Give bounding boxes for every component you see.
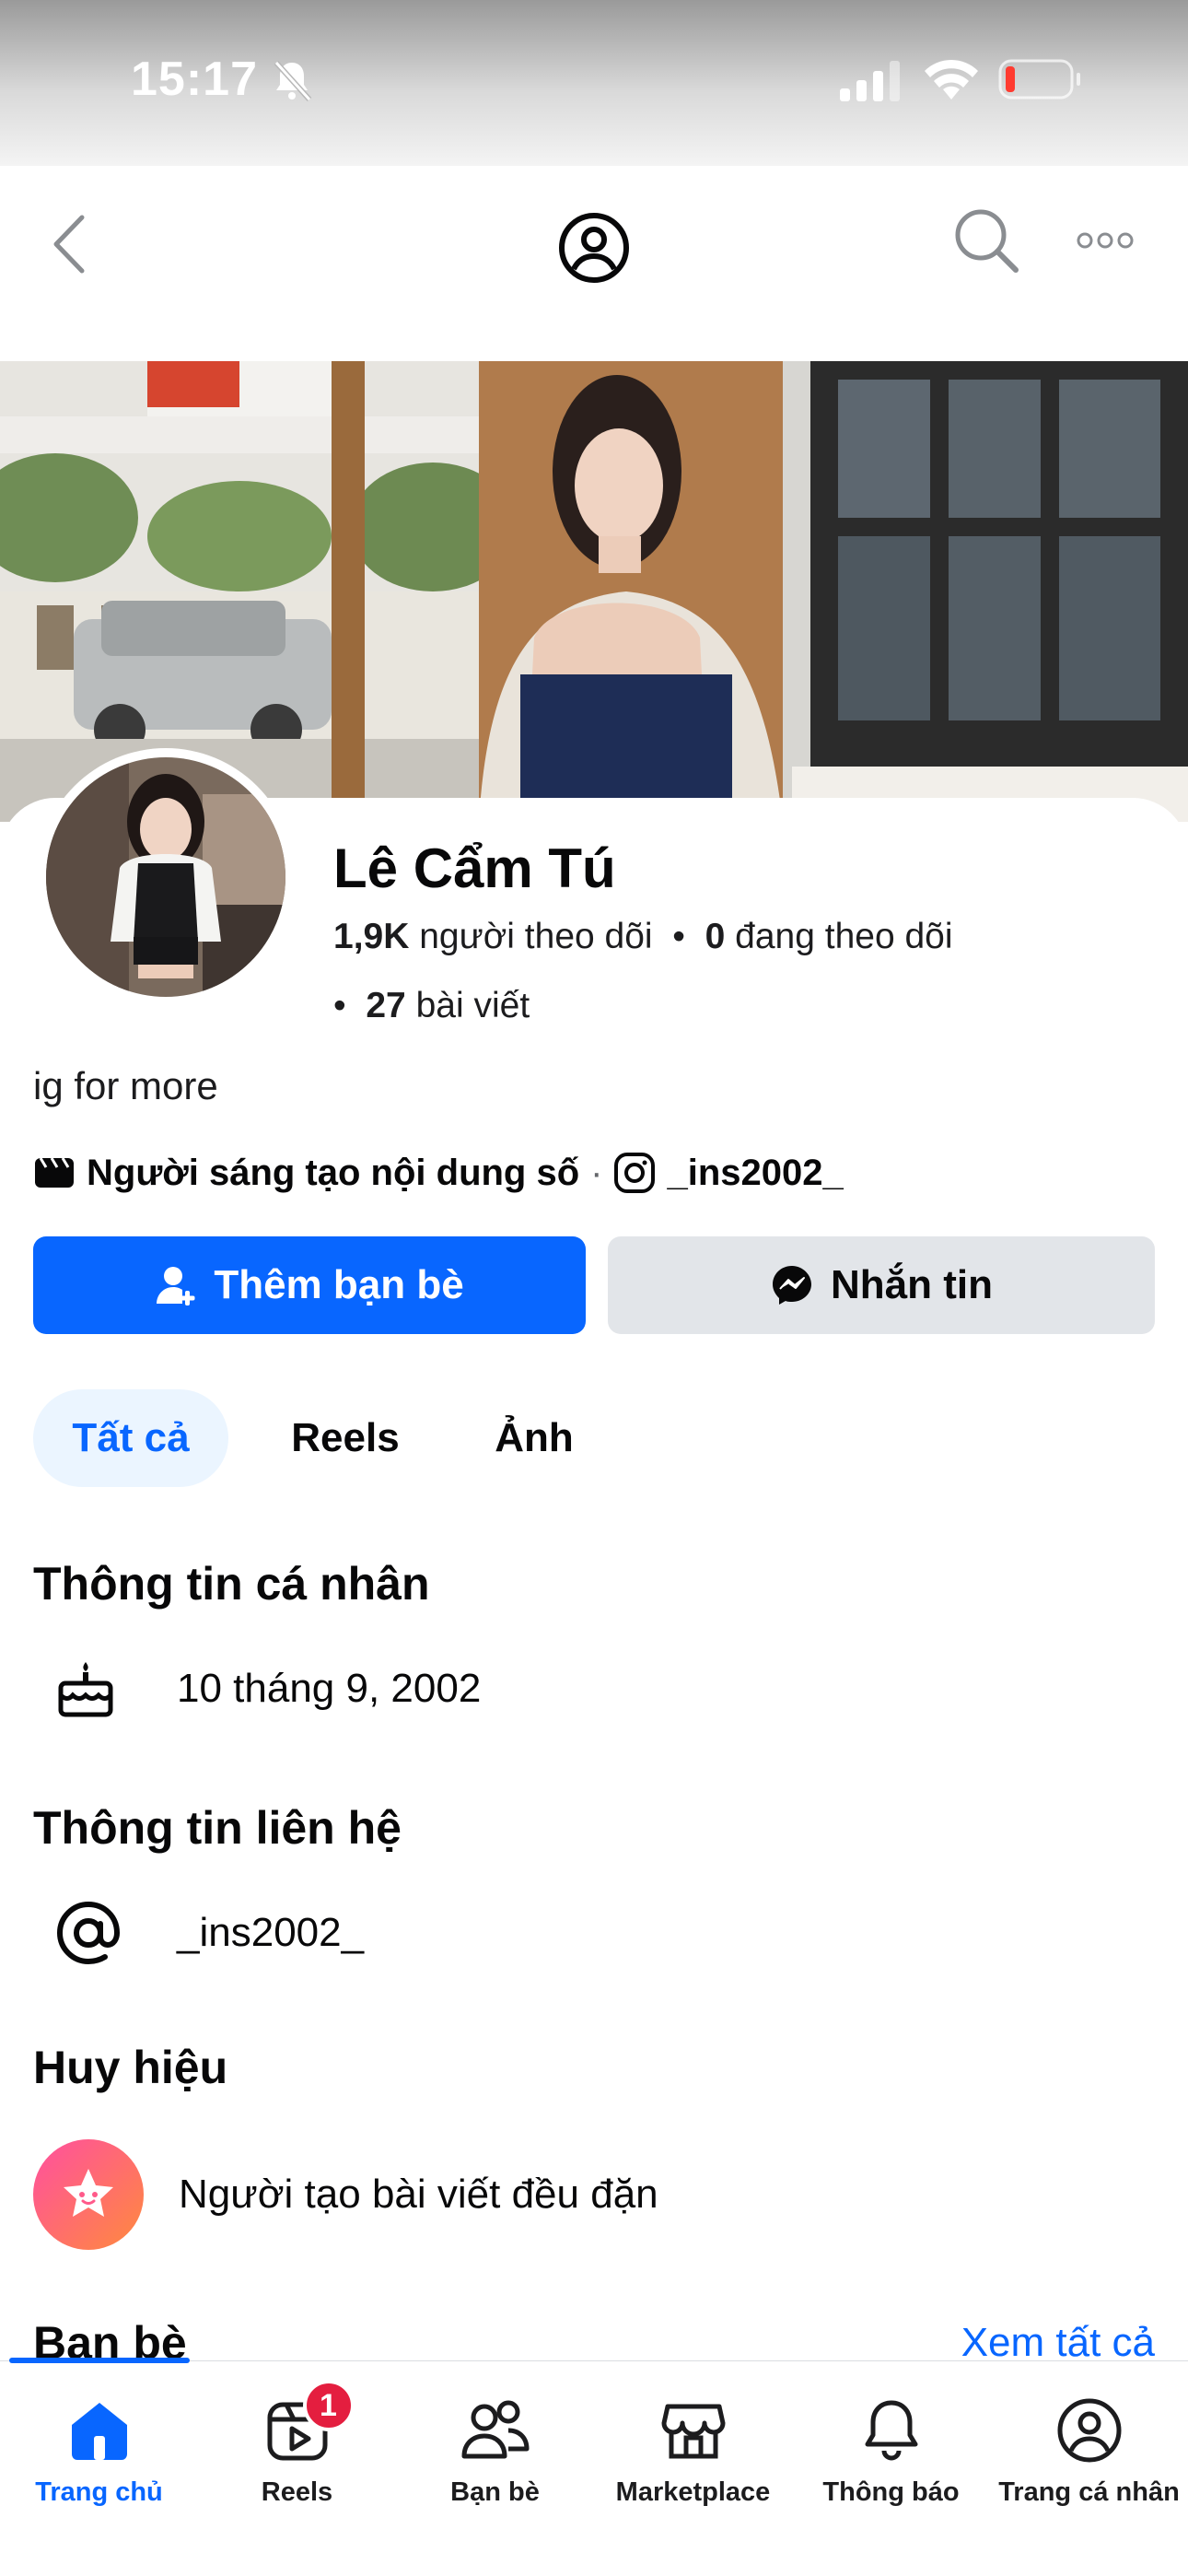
person-circle-icon — [559, 213, 629, 283]
back-button[interactable] — [37, 203, 101, 286]
bottom-tab-profile[interactable]: Trang cá nhân — [990, 2389, 1188, 2508]
search-icon — [955, 209, 1019, 273]
profile-avatar[interactable] — [37, 748, 295, 1006]
tab-all[interactable]: Tất cả — [33, 1389, 228, 1487]
more-dots-icon — [1077, 232, 1134, 249]
posts-stats: • 27 bài viết — [333, 986, 530, 1026]
message-label: Nhắn tin — [831, 1262, 993, 1307]
active-tab-indicator — [9, 2358, 190, 2363]
contact-info-title: Thông tin liên hệ — [33, 1802, 402, 1854]
battery-icon — [998, 59, 1080, 100]
bottom-tab-bar: Trang chủ 1 Reels Bạn bè Marketplace Thô… — [0, 2358, 1188, 2576]
marketplace-icon — [661, 2404, 725, 2459]
clapperboard-icon — [35, 1157, 74, 1188]
stats-separator: • — [333, 986, 356, 1025]
friends-icon — [461, 2400, 529, 2459]
following-count: 0 — [705, 917, 726, 956]
birthday-row: 10 tháng 9, 2002 — [33, 1658, 481, 1719]
bottom-tab-friends[interactable]: Bạn bè — [396, 2389, 594, 2508]
following-label: đang theo dõi — [735, 917, 953, 956]
badge-row[interactable]: Người tạo bài viết đều đặn — [33, 2139, 658, 2250]
chevron-left-icon — [53, 215, 85, 274]
silent-mode-icon — [274, 60, 312, 102]
instagram-contact-row[interactable]: _ins2002_ — [33, 1900, 364, 1966]
instagram-contact-value: _ins2002_ — [177, 1910, 365, 1955]
search-button[interactable] — [945, 199, 1028, 282]
birthday-cake-icon — [58, 1662, 113, 1717]
message-button[interactable]: Nhắn tin — [608, 1236, 1155, 1334]
messenger-icon — [773, 1266, 811, 1305]
status-bar: 15:17 — [0, 0, 1188, 166]
profile-icon — [1057, 2398, 1121, 2463]
follow-stats[interactable]: 1,9K người theo dõi • 0 đang theo dõi — [333, 917, 953, 957]
birthday-value: 10 tháng 9, 2002 — [177, 1666, 482, 1711]
category-label: Người sáng tạo nội dung số — [87, 1152, 580, 1193]
instagram-handle-link[interactable]: _ins2002_ — [667, 1153, 843, 1194]
profile-details-line: Người sáng tạo nội dung số · _ins2002_ — [33, 1152, 844, 1194]
add-friend-icon — [157, 1267, 195, 1306]
profile-name: Lê Cẩm Tú — [333, 837, 616, 899]
followers-label: người theo dõi — [419, 917, 653, 956]
bottom-tab-notifications[interactable]: Thông báo — [792, 2389, 990, 2508]
bell-icon — [865, 2400, 917, 2461]
badge-label: Người tạo bài viết đều đặn — [179, 2172, 658, 2217]
posts-label: bài viết — [415, 986, 530, 1025]
cellular-signal-icon — [840, 61, 900, 101]
bottom-tab-reels[interactable]: 1 Reels — [198, 2380, 396, 2508]
details-separator: · — [590, 1152, 603, 1193]
profile-bio: ig for more — [33, 1064, 218, 1107]
at-sign-icon — [56, 1901, 121, 1965]
wifi-icon — [925, 59, 978, 100]
avatar-image — [46, 757, 285, 997]
instagram-icon — [614, 1153, 656, 1193]
posts-count: 27 — [366, 986, 406, 1025]
bottom-tab-label: Marketplace — [615, 2477, 771, 2507]
personal-info-title: Thông tin cá nhân — [33, 1558, 430, 1610]
star-badge-icon — [33, 2139, 144, 2250]
bottom-tab-home[interactable]: Trang chủ — [0, 2389, 198, 2508]
status-time: 15:17 — [131, 53, 258, 106]
top-navigation — [0, 166, 1188, 361]
tab-photos[interactable]: Ảnh — [470, 1389, 599, 1487]
stats-separator: • — [662, 917, 695, 956]
bottom-tab-label: Reels — [261, 2477, 333, 2507]
bottom-tab-label: Bạn bè — [450, 2477, 540, 2507]
add-friend-button[interactable]: Thêm bạn bè — [33, 1236, 586, 1334]
profile-switch-button[interactable] — [553, 206, 635, 289]
add-friend-label: Thêm bạn bè — [214, 1262, 464, 1307]
bottom-tab-label: Trang cá nhân — [998, 2477, 1180, 2507]
bottom-tab-label: Trang chủ — [35, 2477, 163, 2507]
more-options-button[interactable] — [1068, 208, 1142, 273]
reels-notification-badge: 1 — [302, 2380, 355, 2431]
see-all-friends-link[interactable]: Xem tất cả — [961, 2320, 1155, 2366]
home-icon — [71, 2403, 127, 2460]
badges-title: Huy hiệu — [33, 2042, 228, 2093]
bottom-tab-marketplace[interactable]: Marketplace — [594, 2389, 792, 2508]
bottom-tab-label: Thông báo — [822, 2477, 960, 2507]
tab-reels[interactable]: Reels — [267, 1389, 424, 1487]
followers-count: 1,9K — [333, 917, 410, 956]
